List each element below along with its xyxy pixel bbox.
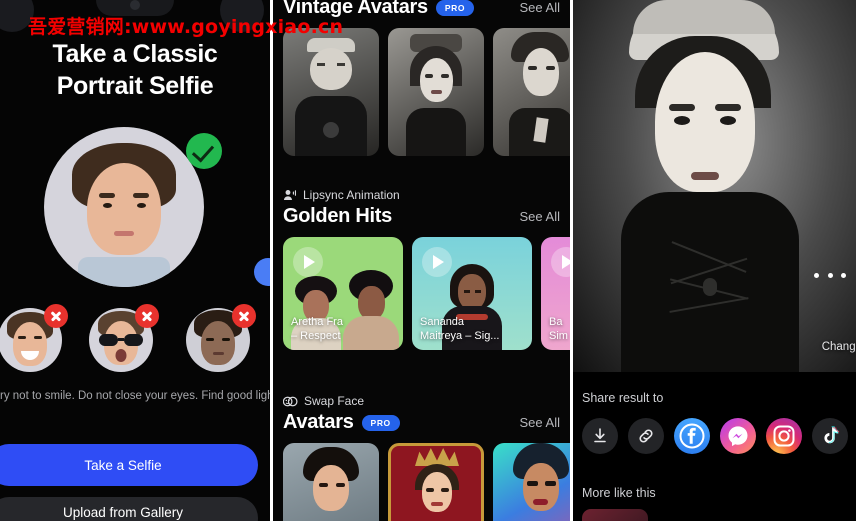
link-icon[interactable] (628, 418, 664, 454)
check-icon (186, 133, 222, 169)
result-share-screen: Change Share result to (573, 0, 856, 521)
card-caption: Ba Sim (549, 315, 568, 342)
share-targets-row (582, 418, 848, 454)
messenger-icon[interactable] (720, 418, 756, 454)
list-item (89, 304, 159, 372)
section-kicker-label: Swap Face (304, 394, 365, 408)
play-icon[interactable] (422, 247, 452, 277)
lipsync-card[interactable]: Ba Sim (541, 237, 570, 350)
selfie-guidelines-text: ry not to smile. Do not close your eyes.… (0, 390, 270, 402)
lipsync-card[interactable]: Aretha Fra – Respect (283, 237, 403, 350)
more-options-button[interactable] (814, 268, 846, 282)
change-label[interactable]: Change (822, 341, 856, 353)
list-item (186, 304, 256, 372)
see-all-link[interactable]: See All (520, 209, 560, 224)
page-title: Take a Classic Portrait Selfie (0, 38, 270, 102)
see-all-link[interactable]: See All (520, 0, 560, 15)
tiktok-icon[interactable] (812, 418, 848, 454)
tip-indicator-dot[interactable] (254, 258, 270, 286)
section-golden-hits: Lipsync Animation Golden Hits See All Ar… (273, 188, 570, 350)
instagram-icon[interactable] (766, 418, 802, 454)
person-audio-icon (283, 189, 297, 200)
page-title-line-2: Portrait Selfie (56, 72, 214, 100)
avatar-card[interactable] (283, 443, 379, 521)
upload-from-gallery-button[interactable]: Upload from Gallery (0, 497, 258, 521)
share-label: Share result to (582, 391, 664, 405)
play-icon[interactable] (551, 247, 570, 277)
selfie-onboarding-screen: Take a Classic Portrait Selfie ry not to… (0, 0, 270, 521)
front-camera-dot (130, 0, 140, 10)
avatar-card[interactable] (388, 28, 484, 156)
x-icon (44, 304, 68, 328)
result-image[interactable]: Change (573, 0, 856, 372)
section-swap-face-avatars: Swap Face Avatars PRO See All (273, 394, 570, 521)
facebook-icon[interactable] (674, 418, 710, 454)
lipsync-card[interactable]: Sananda Maitreya – Sig... (412, 237, 532, 350)
play-icon[interactable] (293, 247, 323, 277)
avatar-card[interactable] (493, 28, 570, 156)
section-title: Avatars (283, 411, 354, 433)
x-icon (135, 304, 159, 328)
section-kicker: Lipsync Animation (273, 188, 570, 202)
card-row (273, 443, 570, 521)
section-kicker-label: Lipsync Animation (303, 188, 400, 202)
avatar-card[interactable] (283, 28, 379, 156)
more-like-this-label: More like this (582, 486, 656, 500)
sunglasses-icon (97, 334, 145, 346)
see-all-link[interactable]: See All (520, 415, 560, 430)
discover-feed-screen: Vintage Avatars PRO See All Lipsync Anim… (273, 0, 570, 521)
two-faces-icon (283, 396, 298, 406)
pro-badge: PRO (435, 0, 475, 16)
good-example-avatar (44, 127, 222, 287)
x-icon (232, 304, 256, 328)
bad-examples-row (0, 304, 270, 378)
watermark-text: 吾爱营销网:www.goyingxiao.cn (28, 16, 344, 38)
section-kicker: Swap Face (273, 394, 570, 408)
download-icon[interactable] (582, 418, 618, 454)
avatar (44, 127, 204, 287)
avatar-card[interactable] (388, 443, 484, 521)
avatar-card[interactable] (493, 443, 570, 521)
app-screenshot-collage: Take a Classic Portrait Selfie ry not to… (0, 0, 856, 521)
pro-badge: PRO (361, 414, 400, 431)
page-title-line-1: Take a Classic (52, 40, 218, 68)
card-row (273, 28, 570, 156)
card-row: Aretha Fra – Respect Sananda Maitreya – … (273, 237, 570, 350)
section-title: Golden Hits (283, 205, 392, 227)
card-caption: Sananda Maitreya – Sig... (420, 315, 500, 342)
card-caption: Aretha Fra – Respect (291, 315, 343, 342)
list-item (0, 304, 68, 372)
section-header: Golden Hits See All (273, 205, 570, 228)
section-header: Avatars PRO See All (273, 411, 570, 434)
more-like-this-thumb[interactable] (582, 509, 648, 521)
take-a-selfie-button[interactable]: Take a Selfie (0, 444, 258, 486)
